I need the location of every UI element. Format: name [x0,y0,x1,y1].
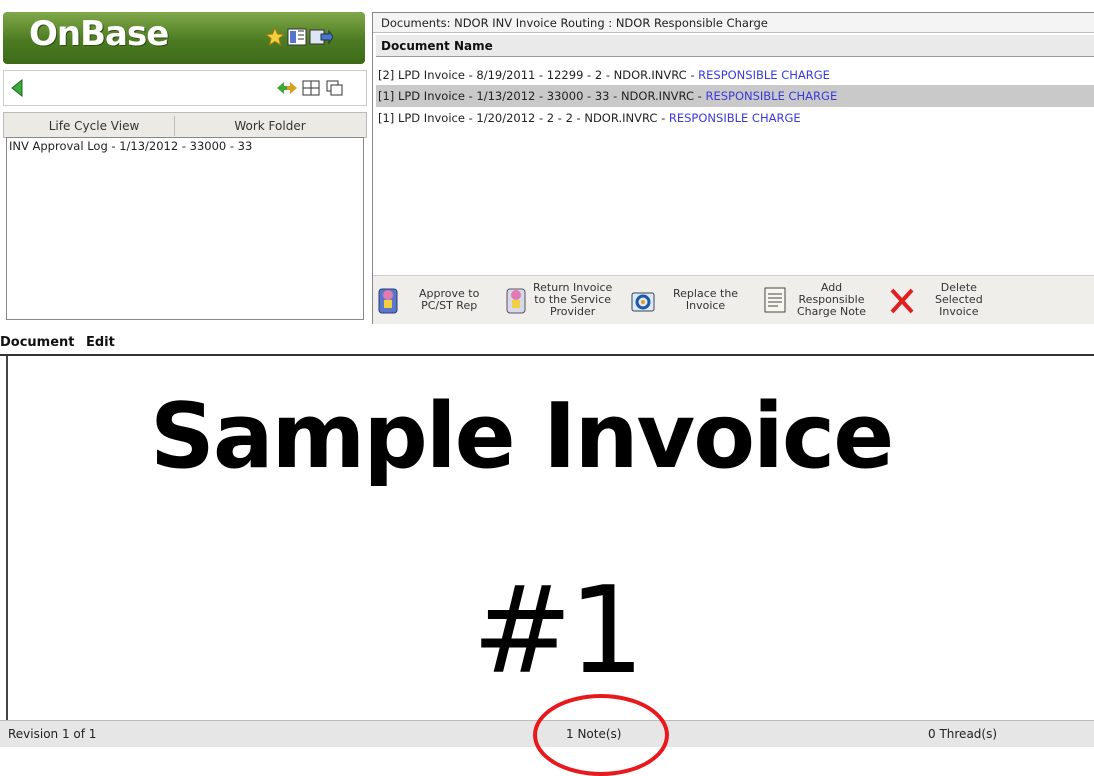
navigation-bar [3,70,367,106]
note-label-line3: Charge Note [797,305,867,318]
table-row-selected[interactable]: [1] LPD Invoice - 1/13/2012 - 33000 - 33… [376,85,1094,107]
status-tag: RESPONSIBLE CHARGE [698,68,830,82]
back-arrow-icon[interactable] [10,78,24,100]
action-button-bar: Approve to PC/ST Rep Return Invoice to t… [373,275,1094,324]
replace-icon [631,285,655,315]
work-folder-list: INV Approval Log - 1/13/2012 - 33000 - 3… [6,137,364,320]
document-name: [1] LPD Invoice - 1/20/2012 - 2 - 2 - ND… [378,111,669,125]
approve-label-line2: PC/ST Rep [421,299,478,312]
return-icon [505,285,529,315]
return-label-line3: Provider [550,305,596,318]
delete-icon [889,285,914,315]
approve-to-pcst-rep-button[interactable]: Approve to PC/ST Rep [377,278,501,322]
note-icon [763,285,787,315]
split-view-icon[interactable] [302,80,320,99]
column-header-document-name[interactable]: Document Name [376,35,1094,57]
swap-arrows-icon[interactable] [276,79,298,100]
menu-edit[interactable]: Edit [86,335,115,350]
replace-label-line2: Invoice [685,299,726,312]
notes-highlight-circle [533,694,669,776]
replace-invoice-button[interactable]: Replace the Invoice [631,278,757,322]
table-row[interactable]: [1] LPD Invoice - 1/20/2012 - 2 - 2 - ND… [376,107,1094,129]
documents-panel-header: Documents: NDOR INV Invoice Routing : ND… [373,13,1094,33]
delete-selected-invoice-button[interactable]: Delete Selected Invoice [889,278,1013,322]
document-viewer[interactable]: Sample Invoice #1 [6,356,1094,720]
menu-bar: Document Edit [0,332,1094,356]
onbase-logo: OnBase [29,14,169,54]
document-name: [1] LPD Invoice - 1/13/2012 - 33000 - 33… [378,89,706,103]
return-invoice-button[interactable]: Return Invoice to the Service Provider [505,278,629,322]
tab-work-folder[interactable]: Work Folder [190,116,350,136]
menu-document[interactable]: Document [0,335,75,350]
documents-panel: Documents: NDOR INV Invoice Routing : ND… [372,12,1094,324]
logo-bar: OnBase [3,12,365,64]
favorites-icon[interactable] [264,26,286,50]
delete-label-line3: Invoice [939,305,979,318]
layout-icon[interactable] [287,27,307,50]
tab-life-cycle-view[interactable]: Life Cycle View [14,116,175,136]
table-row[interactable]: [2] LPD Invoice - 8/19/2011 - 12299 - 2 … [376,64,1094,86]
window-arrow-icon[interactable] [309,27,334,50]
left-tab-strip: Life Cycle View Work Folder [3,112,367,138]
cascade-windows-icon[interactable] [326,80,344,99]
status-tag: RESPONSIBLE CHARGE [705,89,838,103]
document-title: Sample Invoice [150,384,894,489]
list-item[interactable]: INV Approval Log - 1/13/2012 - 33000 - 3… [9,139,252,153]
status-tag: RESPONSIBLE CHARGE [668,111,801,125]
document-name: [2] LPD Invoice - 8/19/2011 - 12299 - 2 … [378,68,699,82]
approve-icon [377,285,401,315]
threads-count[interactable]: 0 Thread(s) [928,727,997,741]
revision-status: Revision 1 of 1 [8,727,97,741]
add-responsible-charge-note-button[interactable]: Add Responsible Charge Note [763,278,887,322]
document-number: #1 [472,562,645,701]
